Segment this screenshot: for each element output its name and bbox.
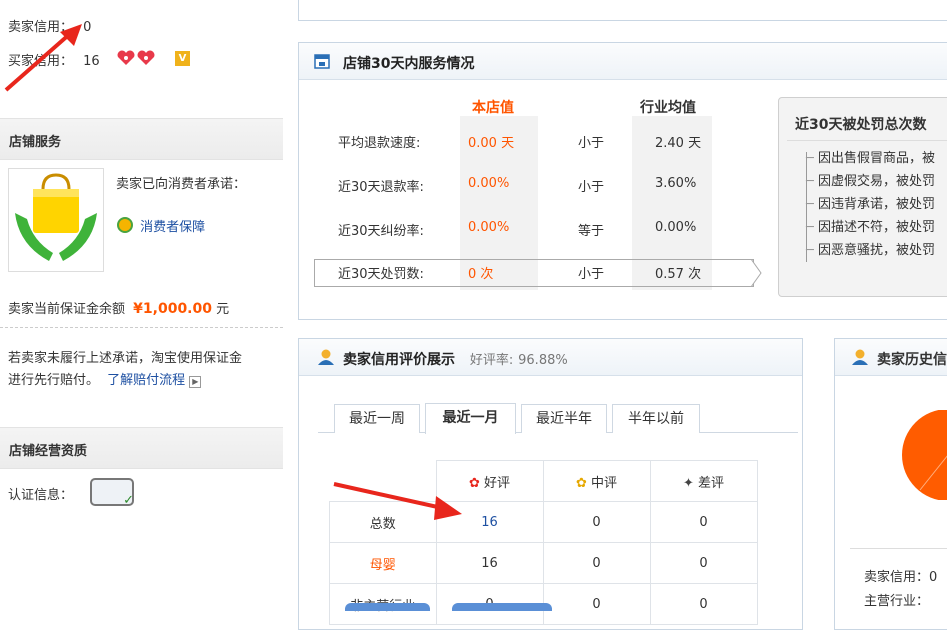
penalty-item: ─ 因出售假冒商品，被 <box>806 151 935 166</box>
store-service-title: 店铺服务 <box>9 135 62 150</box>
compensate-link[interactable]: 了解赔付流程 <box>107 373 185 388</box>
service-panel-title: 店铺30天内服务情况 <box>343 56 475 72</box>
promise-text: 卖家已向消费者承诺： <box>116 177 247 192</box>
qualification-title: 店铺经营资质 <box>9 444 88 459</box>
history-credit: 卖家信用：0 <box>864 570 938 585</box>
service-row-industry: 2.40 天 <box>655 136 702 151</box>
table-row: 母婴 16 0 0 <box>329 542 758 584</box>
play-icon[interactable]: ▶ <box>189 376 202 388</box>
dashed-divider <box>0 327 283 328</box>
service-row-compare: 小于 <box>578 267 605 282</box>
service-row-label: 平均退款速度: <box>338 136 421 151</box>
red-flower-icon: ✿ <box>468 475 480 491</box>
penalty-list: ─ 因出售假冒商品，被 ─ 因虚假交易，被处罚 ─ 因违背承诺，被处罚 ─ 因描… <box>806 147 935 262</box>
mid-count: 0 <box>542 542 651 584</box>
penalty-title: 近30天被处罚总次数 <box>795 117 927 133</box>
compensate-line-2: 进行先行赔付。 了解赔付流程 ▶ <box>8 370 242 392</box>
compensate-line-2-text: 进行先行赔付。 <box>8 373 100 388</box>
store-service-header: 店铺服务 <box>0 118 283 160</box>
good-rate-label: 好评率: <box>469 353 514 368</box>
service-row-compare: 小于 <box>578 180 605 195</box>
service-row-store: 0 次 <box>468 267 494 282</box>
service-row-label: 近30天纠纷率: <box>338 224 424 239</box>
heart-level-icon <box>117 50 155 65</box>
yellow-flower-icon: ✿ <box>575 475 587 491</box>
guarantee-icon <box>117 217 133 233</box>
industry-value-header: 行业均值 <box>640 100 696 116</box>
service-row-label: 近30天处罚数: <box>338 267 424 282</box>
service-row-compare: 等于 <box>578 224 605 239</box>
history-divider <box>850 548 947 549</box>
history-industry: 主营行业： <box>864 594 930 609</box>
tab-last-half-year[interactable]: 最近半年 <box>521 404 607 433</box>
store-value-header: 本店值 <box>472 100 514 116</box>
header-mid-label: 中评 <box>591 475 618 491</box>
tab-last-week[interactable]: 最近一周 <box>334 404 420 433</box>
header-good-label: 好评 <box>484 475 511 491</box>
row-pointer-icon <box>751 259 762 287</box>
category-link[interactable]: 母婴 <box>329 542 437 584</box>
user-icon <box>852 349 868 365</box>
annotation-arrow-icon <box>333 482 462 520</box>
qualification-header: 店铺经营资质 <box>0 427 283 469</box>
service-panel-header: 店铺30天内服务情况 <box>299 43 947 80</box>
tab-before-half-year[interactable]: 半年以前 <box>612 404 700 433</box>
good-rate-value: 96.88% <box>518 353 568 368</box>
mid-count: 0 <box>542 501 651 543</box>
history-panel-header: 卖家历史信 <box>835 339 947 376</box>
withered-plant-icon: ✦ <box>682 475 694 491</box>
good-count: 16 <box>435 542 544 584</box>
penalty-item: ─ 因违背承诺，被处罚 <box>806 197 935 212</box>
history-title: 卖家历史信 <box>877 352 947 368</box>
guarantee-link[interactable]: 消费者保障 <box>140 220 205 235</box>
compensate-text: 若卖家未履行上述承诺，淘宝使用保证金 进行先行赔付。 了解赔付流程 ▶ <box>8 348 242 392</box>
shopping-bag-image <box>8 168 104 272</box>
cert-check-icon: ✓ <box>123 493 134 508</box>
service-row-store: 0.00% <box>468 220 510 235</box>
service-row-industry: 3.60% <box>655 176 697 191</box>
deposit-label: 卖家当前保证金余额 <box>8 302 126 317</box>
rating-title-text: 卖家信用评价展示 <box>343 352 455 368</box>
bad-count: 0 <box>649 501 758 543</box>
deposit-row: 卖家当前保证金余额 ¥1,000.00 元 <box>8 298 229 317</box>
header-bad-label: 差评 <box>698 475 725 491</box>
rating-panel-header: 卖家信用评价展示 好评率: 96.88% <box>299 339 802 376</box>
service-row-compare: 小于 <box>578 136 605 151</box>
tab-last-month[interactable]: 最近一月 <box>425 403 516 434</box>
history-pie-chart <box>902 410 947 500</box>
penalty-item: ─ 因恶意骚扰，被处罚 <box>806 243 935 258</box>
seller-badge-icon: V <box>175 51 190 66</box>
guarantee-row[interactable]: 消费者保障 <box>117 216 205 235</box>
penalty-title-divider <box>787 140 947 141</box>
calendar-icon <box>314 54 330 69</box>
service-row-industry: 0.00% <box>655 220 697 235</box>
service-row-label: 近30天退款率: <box>338 180 424 195</box>
bottom-tab-stub[interactable] <box>345 603 430 611</box>
user-icon <box>318 349 334 365</box>
deposit-amount: ¥1,000.00 <box>133 301 212 317</box>
bag-hands-icon <box>15 173 97 261</box>
penalty-item: ─ 因描述不符，被处罚 <box>806 220 935 235</box>
top-panel-bottom <box>298 0 947 21</box>
penalty-box: 近30天被处罚总次数 ─ 因出售假冒商品，被 ─ 因虚假交易，被处罚 ─ 因违背… <box>778 97 947 297</box>
bad-count: 0 <box>649 583 758 625</box>
header-bad: ✦ 差评 <box>649 460 758 502</box>
bottom-tab-stub[interactable] <box>452 603 552 611</box>
service-row-store: 0.00% <box>468 176 510 191</box>
service-row-industry: 0.57 次 <box>655 267 702 282</box>
bad-count: 0 <box>649 542 758 584</box>
mid-count: 0 <box>542 583 651 625</box>
penalty-item: ─ 因虚假交易，被处罚 <box>806 174 935 189</box>
rating-panel-title: 卖家信用评价展示 好评率: 96.88% <box>343 349 568 369</box>
annotation-arrow-icon <box>4 24 82 92</box>
cert-label: 认证信息： <box>8 488 74 503</box>
deposit-unit: 元 <box>216 302 230 317</box>
header-mid: ✿ 中评 <box>542 460 651 502</box>
compensate-line-1: 若卖家未履行上述承诺，淘宝使用保证金 <box>8 351 243 366</box>
cert-id-icon[interactable]: ✓ <box>90 478 134 508</box>
service-row-store: 0.00 天 <box>468 136 515 151</box>
